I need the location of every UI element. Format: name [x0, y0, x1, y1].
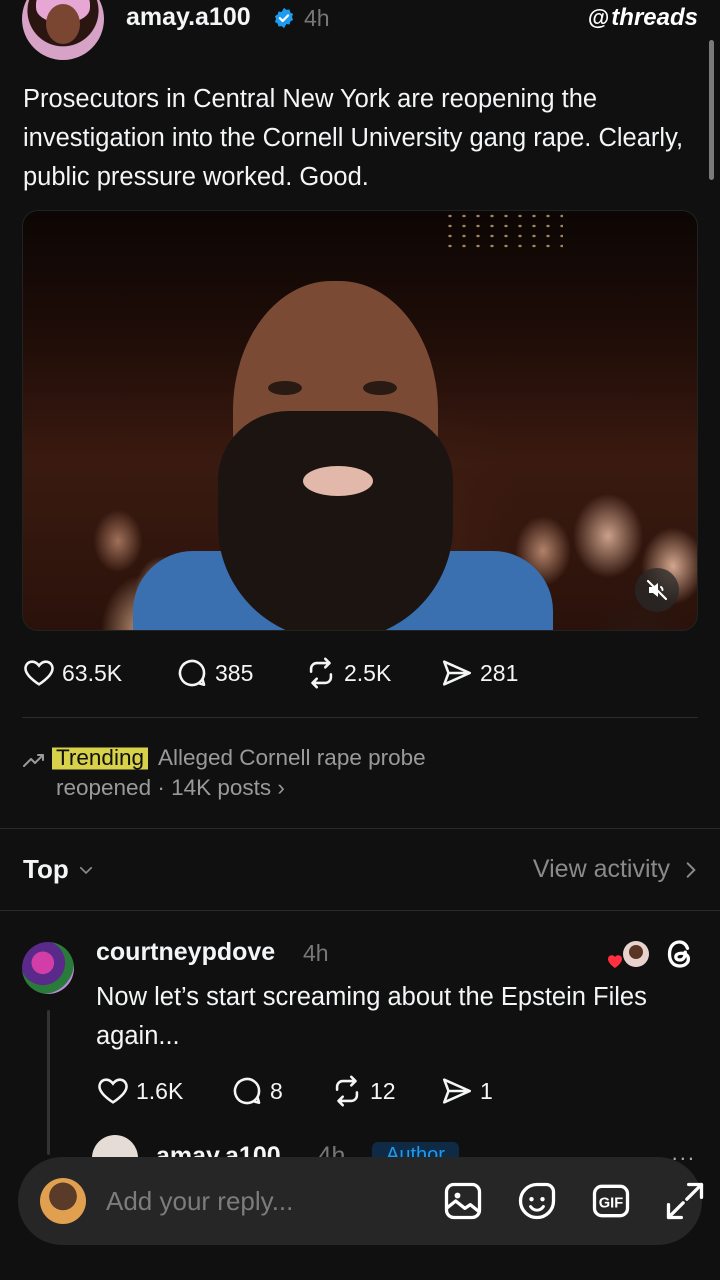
chevron-down-icon — [79, 866, 92, 874]
view-activity-link[interactable]: View activity — [533, 855, 698, 884]
comment-reply-count: 8 — [270, 1077, 283, 1104]
current-user-avatar — [40, 1178, 86, 1224]
trending-meta[interactable]: reopened · 14K posts › — [56, 775, 285, 801]
post-time: 4h — [304, 5, 330, 31]
post-actions: 63.5K 385 2.5K 281 — [22, 656, 518, 690]
image-icon[interactable] — [441, 1179, 485, 1223]
reply-input[interactable] — [106, 1185, 441, 1217]
divider — [22, 717, 698, 718]
muted-speaker-icon — [646, 579, 668, 601]
share-count: 281 — [480, 659, 519, 686]
repost-icon — [335, 1075, 359, 1107]
reply-count: 385 — [215, 659, 254, 686]
threads-logo: @ threads — [588, 4, 698, 32]
scrollbar[interactable] — [709, 40, 714, 180]
comment-reply-button[interactable]: 8 — [230, 1074, 330, 1108]
heart-icon — [98, 1078, 128, 1104]
svg-text:GIF: GIF — [599, 1195, 623, 1211]
verified-badge-icon — [274, 7, 294, 29]
threads-icon[interactable] — [662, 936, 698, 972]
commenter-avatar[interactable] — [22, 942, 74, 994]
repost-icon — [309, 657, 333, 689]
threads-at-icon: @ — [587, 5, 610, 30]
mute-button[interactable] — [635, 568, 679, 612]
comment-icon — [178, 659, 206, 687]
comment-share-button[interactable]: 1 — [440, 1074, 493, 1108]
threads-wordmark: threads — [611, 4, 698, 31]
comment-actions: 1.6K 8 12 1 — [96, 1074, 493, 1108]
comment-repost-count: 12 — [370, 1077, 396, 1104]
send-icon — [442, 660, 472, 686]
gif-icon[interactable]: GIF — [589, 1179, 633, 1223]
comment-share-count: 1 — [480, 1077, 493, 1104]
trending-topic[interactable]: Trending Alleged Cornell rape probe — [52, 745, 426, 771]
sort-label: Top — [23, 854, 69, 884]
send-icon — [442, 1078, 472, 1104]
divider — [0, 910, 720, 911]
reply-button[interactable]: 385 — [175, 656, 304, 690]
like-count: 63.5K — [62, 659, 123, 686]
post-text: Prosecutors in Central New York are reop… — [23, 85, 684, 191]
heart-icon — [24, 660, 54, 686]
comment-icon — [233, 1077, 261, 1105]
repost-count: 2.5K — [344, 659, 392, 686]
like-button[interactable]: 63.5K — [22, 656, 175, 690]
view-activity-label: View activity — [532, 855, 670, 883]
author-username[interactable]: amay.a100 — [126, 3, 251, 32]
trending-badge: Trending — [52, 745, 148, 771]
comment-like-count: 1.6K — [136, 1077, 184, 1104]
post-video[interactable] — [22, 210, 698, 631]
sort-dropdown[interactable]: Top — [23, 854, 95, 885]
chevron-right-icon — [686, 861, 696, 878]
thread-connector-line — [47, 1010, 50, 1155]
expand-icon[interactable] — [663, 1179, 707, 1223]
comment-time: 4h — [303, 940, 329, 966]
author-liked-icon — [608, 941, 649, 968]
comment-text: Now let’s start screaming about the Epst… — [96, 983, 647, 1050]
commenter-username[interactable]: courtneypdove — [96, 938, 275, 967]
trending-title: Alleged Cornell rape probe — [157, 745, 426, 770]
trending-arrow-icon — [23, 754, 44, 767]
comment-repost-button[interactable]: 12 — [330, 1074, 440, 1108]
comment-like-button[interactable]: 1.6K — [96, 1074, 230, 1108]
author-avatar[interactable] — [22, 0, 104, 60]
share-button[interactable]: 281 — [440, 656, 518, 690]
repost-button[interactable]: 2.5K — [304, 656, 440, 690]
sticker-icon[interactable] — [515, 1179, 559, 1223]
divider — [0, 828, 720, 829]
reply-composer: GIF — [18, 1157, 704, 1245]
video-person — [133, 251, 553, 630]
